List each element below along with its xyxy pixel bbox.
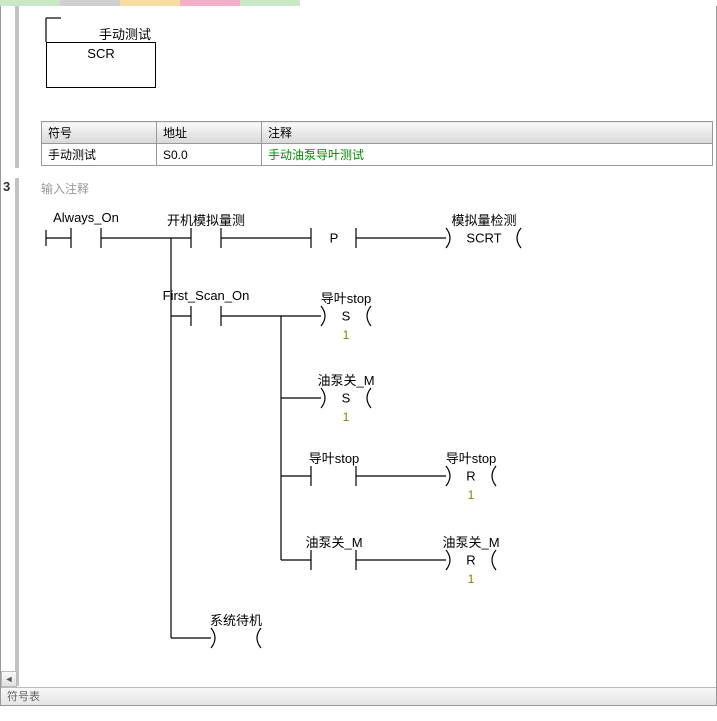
coil-youbeng-r-head: 油泵关_M [442, 532, 499, 551]
coil-s1[interactable]: S [342, 309, 351, 324]
contact-always-on[interactable]: Always_On [53, 210, 119, 225]
coil-s2[interactable]: S [342, 391, 351, 406]
contact-daoye-stop[interactable]: 导叶stop [309, 448, 360, 467]
coil-moni-head: 模拟量检测 [451, 210, 516, 229]
p-instruction[interactable]: P [330, 231, 339, 246]
contact-youbeng[interactable]: 油泵关_M [305, 532, 362, 551]
coil-scrt[interactable]: SCRT [466, 231, 501, 246]
coil-daoye-r-head: 导叶stop [446, 448, 497, 467]
coil-r2[interactable]: R [466, 553, 475, 568]
coil-r1[interactable]: R [466, 469, 475, 484]
scroll-left-button[interactable]: ◄ [1, 671, 17, 687]
coil-youbeng-s-head: 油泵关_M [317, 370, 374, 389]
s1-count: 1 [343, 328, 350, 342]
contact-kaiji[interactable]: 开机模拟量测 [167, 210, 245, 229]
contact-first-scan[interactable]: First_Scan_On [163, 288, 250, 303]
r1-count: 1 [468, 488, 475, 502]
bottom-bar: 符号表 [1, 687, 716, 705]
coil-daoye-s-head: 导叶stop [321, 288, 372, 307]
r2-count: 1 [468, 572, 475, 586]
ladder-canvas: 3 手动测试 SCR 符号 地址 注释 手动测试 S0.0 手动油泵导叶测试 输… [0, 6, 717, 706]
ladder-svg [1, 6, 717, 706]
s2-count: 1 [343, 410, 350, 424]
coil-xitong-head: 系统待机 [210, 610, 262, 629]
